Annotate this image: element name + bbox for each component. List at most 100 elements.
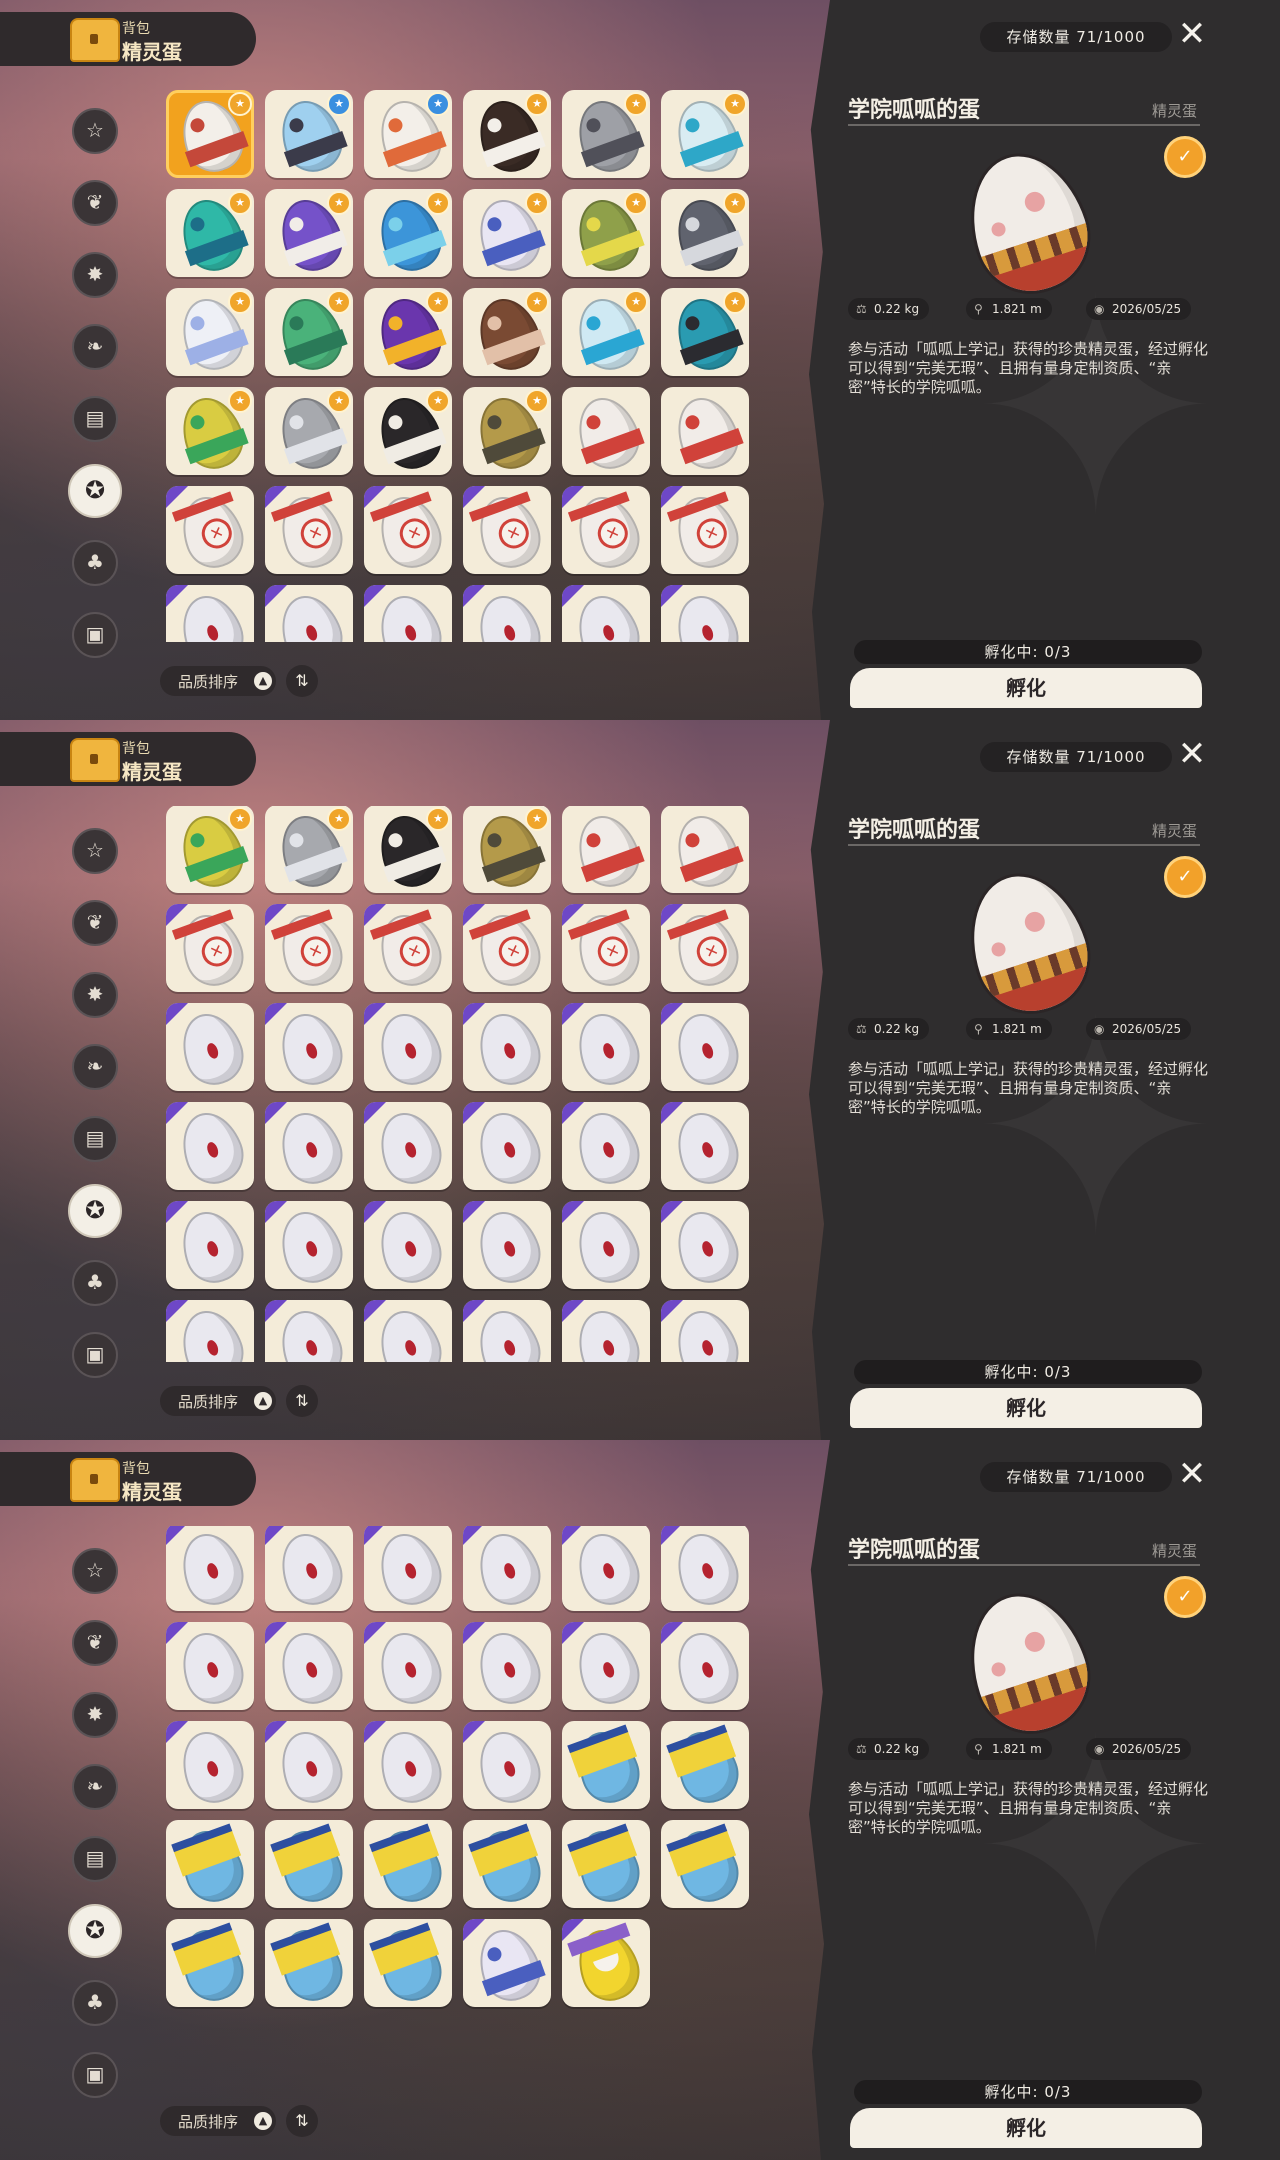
hatch-button[interactable]: 孵化 [850, 668, 1202, 708]
egg-slot[interactable]: ✕ [265, 486, 353, 574]
nav-plant-icon[interactable]: ❧ [72, 1764, 118, 1810]
egg-slot[interactable] [562, 1820, 650, 1908]
egg-slot[interactable]: ✕ [265, 904, 353, 992]
egg-slot[interactable]: ★ [265, 806, 353, 893]
egg-slot[interactable] [265, 1919, 353, 2007]
egg-slot[interactable]: ✕ [562, 486, 650, 574]
nav-leaf-icon[interactable]: ❦ [72, 1620, 118, 1666]
egg-slot[interactable]: ★ [463, 288, 551, 376]
egg-slot[interactable] [562, 1102, 650, 1190]
nav-plant-icon[interactable]: ❧ [72, 324, 118, 370]
egg-slot[interactable] [166, 1622, 254, 1710]
egg-slot[interactable]: ★ [265, 189, 353, 277]
egg-slot[interactable] [463, 1102, 551, 1190]
egg-slot[interactable]: ★ [463, 189, 551, 277]
sort-toggle-button[interactable]: ⇅ [286, 1385, 318, 1417]
egg-slot[interactable] [463, 1820, 551, 1908]
egg-slot[interactable]: ★ [364, 189, 452, 277]
egg-slot[interactable] [562, 1300, 650, 1362]
egg-slot[interactable] [661, 1820, 749, 1908]
egg-slot[interactable] [265, 1003, 353, 1091]
egg-slot[interactable] [364, 1102, 452, 1190]
egg-slot[interactable]: ★ [661, 90, 749, 178]
egg-slot[interactable]: ★ [463, 90, 551, 178]
close-button[interactable]: ✕ [1172, 1454, 1212, 1494]
egg-slot[interactable]: ★ [364, 387, 452, 475]
egg-slot[interactable]: ★ [166, 806, 254, 893]
egg-slot[interactable] [364, 1003, 452, 1091]
egg-slot[interactable] [562, 806, 650, 893]
egg-slot[interactable]: ✕ [661, 486, 749, 574]
egg-slot[interactable] [364, 1820, 452, 1908]
egg-slot[interactable] [364, 1721, 452, 1809]
egg-slot[interactable] [463, 1300, 551, 1362]
egg-slot[interactable]: ✕ [661, 904, 749, 992]
egg-slot[interactable] [661, 1300, 749, 1362]
nav-plant-icon[interactable]: ❧ [72, 1044, 118, 1090]
egg-slot[interactable] [265, 585, 353, 642]
quality-sort-dropdown[interactable]: 品质排序 ▲ [160, 666, 276, 696]
egg-slot[interactable]: ★ [364, 806, 452, 893]
nav-egg-stars-icon[interactable]: ✪ [68, 1904, 122, 1958]
close-button[interactable]: ✕ [1172, 14, 1212, 54]
nav-scroll-icon[interactable]: ▤ [72, 396, 118, 442]
egg-slot[interactable] [562, 1919, 650, 2007]
egg-slot[interactable]: ★ [364, 288, 452, 376]
quality-sort-dropdown[interactable]: 品质排序 ▲ [160, 2106, 276, 2136]
egg-slot[interactable] [265, 1526, 353, 1611]
egg-slot[interactable] [463, 1526, 551, 1611]
egg-slot[interactable] [661, 387, 749, 475]
nav-chest-icon[interactable]: ▣ [72, 2052, 118, 2098]
nav-leaf-icon[interactable]: ❦ [72, 900, 118, 946]
close-button[interactable]: ✕ [1172, 734, 1212, 774]
egg-slot[interactable]: ✕ [364, 904, 452, 992]
nav-acorn-icon[interactable]: ♣ [72, 540, 118, 586]
egg-slot[interactable] [463, 1919, 551, 2007]
egg-slot[interactable] [166, 1919, 254, 2007]
egg-slot[interactable]: ✕ [562, 904, 650, 992]
nav-acorn-icon[interactable]: ♣ [72, 1260, 118, 1306]
egg-slot[interactable] [661, 585, 749, 642]
nav-splash-star-icon[interactable]: ✸ [72, 1692, 118, 1738]
egg-slot[interactable] [562, 585, 650, 642]
egg-slot[interactable] [463, 1622, 551, 1710]
nav-star-ring-icon[interactable]: ☆ [72, 108, 118, 154]
nav-egg-stars-icon[interactable]: ✪ [68, 1184, 122, 1238]
egg-slot[interactable] [364, 1526, 452, 1611]
nav-splash-star-icon[interactable]: ✸ [72, 972, 118, 1018]
egg-slot[interactable]: ★ [562, 189, 650, 277]
nav-acorn-icon[interactable]: ♣ [72, 1980, 118, 2026]
egg-slot[interactable] [562, 1003, 650, 1091]
nav-scroll-icon[interactable]: ▤ [72, 1836, 118, 1882]
nav-star-ring-icon[interactable]: ☆ [72, 828, 118, 874]
egg-slot[interactable] [265, 1820, 353, 1908]
quality-sort-dropdown[interactable]: 品质排序 ▲ [160, 1386, 276, 1416]
egg-slot[interactable]: ✕ [463, 486, 551, 574]
egg-slot[interactable]: ★ [364, 90, 452, 178]
sort-toggle-button[interactable]: ⇅ [286, 2105, 318, 2137]
egg-slot[interactable] [364, 1622, 452, 1710]
egg-slot[interactable] [661, 1201, 749, 1289]
nav-star-ring-icon[interactable]: ☆ [72, 1548, 118, 1594]
egg-slot[interactable] [166, 1300, 254, 1362]
egg-slot[interactable] [166, 585, 254, 642]
egg-slot[interactable]: ✕ [364, 486, 452, 574]
egg-slot[interactable] [166, 1721, 254, 1809]
nav-chest-icon[interactable]: ▣ [72, 612, 118, 658]
egg-slot[interactable] [661, 1622, 749, 1710]
egg-slot[interactable]: ★ [562, 90, 650, 178]
egg-slot[interactable] [265, 1102, 353, 1190]
egg-slot[interactable] [562, 1526, 650, 1611]
egg-slot[interactable] [166, 1003, 254, 1091]
egg-slot[interactable] [562, 387, 650, 475]
egg-slot[interactable] [265, 1622, 353, 1710]
egg-slot[interactable] [364, 1300, 452, 1362]
hatch-button[interactable]: 孵化 [850, 2108, 1202, 2148]
egg-slot[interactable]: ★ [265, 387, 353, 475]
egg-slot[interactable] [661, 1721, 749, 1809]
egg-slot[interactable]: ★ [463, 806, 551, 893]
egg-slot[interactable]: ★ [265, 90, 353, 178]
egg-slot[interactable] [166, 1201, 254, 1289]
egg-slot[interactable] [562, 1201, 650, 1289]
egg-slot[interactable] [265, 1721, 353, 1809]
